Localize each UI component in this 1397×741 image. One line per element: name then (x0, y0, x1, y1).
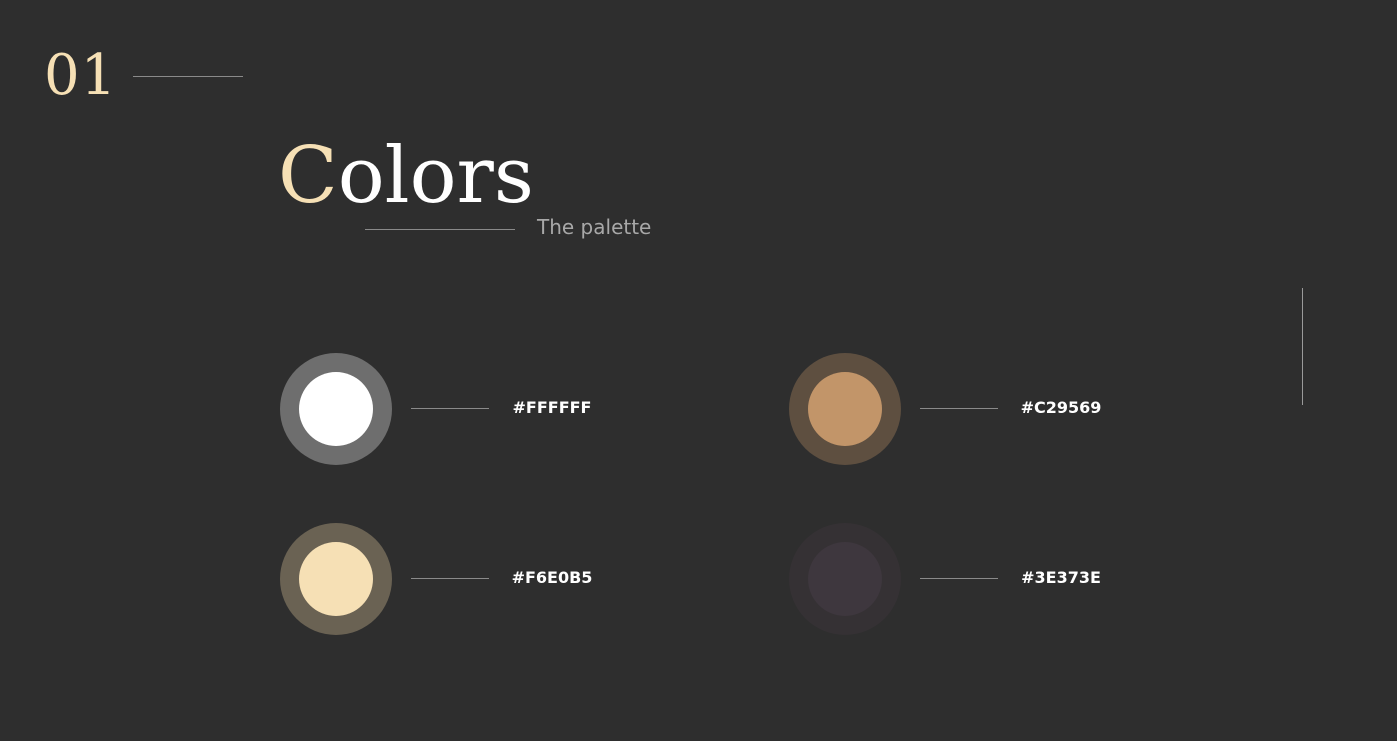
color-swatch: #FFFFFF (280, 353, 640, 465)
page-subtitle: The palette (537, 215, 652, 239)
title-initial: C (278, 131, 338, 221)
swatch-hex-code: #C29569 (1020, 398, 1102, 417)
subtitle-divider (365, 229, 515, 230)
vertical-divider (1302, 288, 1303, 405)
swatch-hex-code: #3E373E (1021, 568, 1101, 587)
color-swatch: #F6E0B5 (280, 523, 640, 635)
section-number: 01 (44, 43, 118, 108)
swatch-hex-code: #FFFFFF (512, 398, 592, 417)
swatch-circle (808, 542, 882, 616)
swatch-hex-code: #F6E0B5 (511, 568, 593, 587)
title-rest: olors (337, 131, 534, 221)
swatch-connector-line (411, 578, 489, 579)
swatch-circle (299, 542, 373, 616)
swatch-connector-line (920, 578, 998, 579)
swatch-connector-line (411, 408, 489, 409)
section-number-divider (133, 76, 243, 77)
swatch-circle (808, 372, 882, 446)
swatch-circle (299, 372, 373, 446)
swatch-connector-line (920, 408, 998, 409)
page-title: Colors (278, 128, 534, 224)
color-swatch: #3E373E (789, 523, 1149, 635)
color-swatch: #C29569 (789, 353, 1149, 465)
